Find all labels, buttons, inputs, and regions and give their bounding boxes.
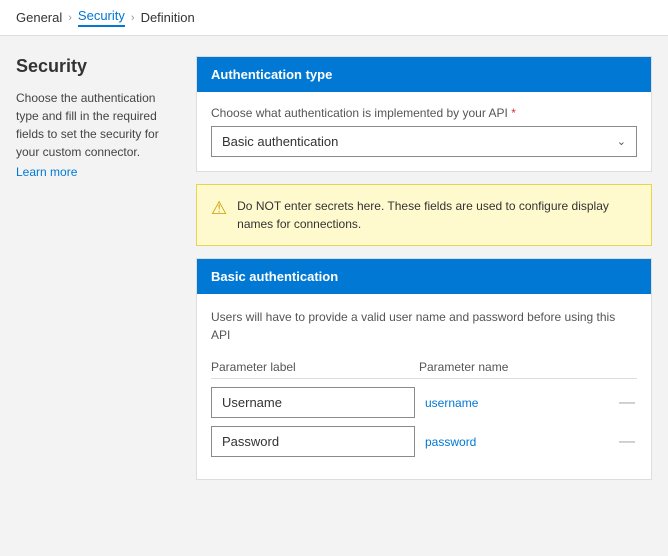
breadcrumb-sep-1: › [68,12,72,24]
username-name-value: username [425,396,607,410]
auth-type-label-text: Choose what authentication is implemente… [211,106,508,120]
learn-more-link[interactable]: Learn more [16,165,77,179]
auth-type-card: Authentication type Choose what authenti… [196,56,652,172]
col-action-header [617,360,637,374]
auth-type-header: Authentication type [197,57,651,92]
auth-type-field-label: Choose what authentication is implemente… [211,106,637,120]
warning-icon: ⚠ [211,198,227,219]
param-row-username: username — [211,387,637,418]
password-label-input[interactable] [211,426,415,457]
main-container: Security Choose the authentication type … [0,36,668,546]
breadcrumb-general[interactable]: General [16,10,62,25]
col-name-header: Parameter name [409,360,617,374]
breadcrumb-sep-2: › [131,12,135,24]
sidebar-description: Choose the authentication type and fill … [16,89,176,161]
required-marker: * [511,106,516,120]
param-table-header: Parameter label Parameter name [211,356,637,379]
auth-type-body: Choose what authentication is implemente… [197,92,651,171]
breadcrumb-definition[interactable]: Definition [141,10,195,25]
breadcrumb-security[interactable]: Security [78,8,125,27]
basic-auth-body: Users will have to provide a valid user … [197,294,651,479]
breadcrumb: General › Security › Definition [0,0,668,36]
password-dash: — [617,433,637,451]
param-row-password: password — [211,426,637,457]
col-label-header: Parameter label [211,360,409,374]
sidebar-title: Security [16,56,176,77]
basic-auth-card: Basic authentication Users will have to … [196,258,652,480]
dropdown-arrow-icon: ⌄ [617,135,626,148]
content-area: Authentication type Choose what authenti… [196,56,652,526]
warning-text: Do NOT enter secrets here. These fields … [237,197,637,233]
auth-type-select[interactable]: Basic authentication ⌄ [211,126,637,157]
sidebar: Security Choose the authentication type … [16,56,176,526]
param-table: Parameter label Parameter name username … [211,356,637,457]
password-name-value: password [425,435,607,449]
username-label-input[interactable] [211,387,415,418]
warning-box: ⚠ Do NOT enter secrets here. These field… [196,184,652,246]
basic-auth-header: Basic authentication [197,259,651,294]
basic-auth-description: Users will have to provide a valid user … [211,308,637,344]
auth-type-selected-value: Basic authentication [222,134,338,149]
username-dash: — [617,394,637,412]
